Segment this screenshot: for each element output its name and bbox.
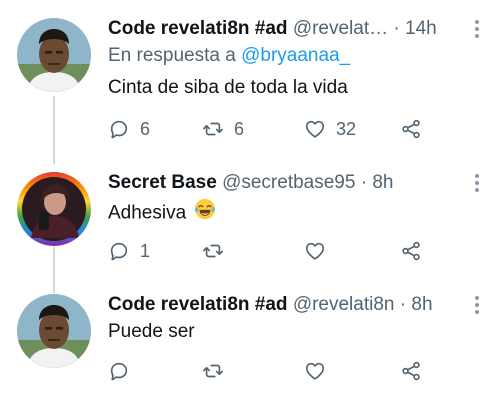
avatar-image	[17, 294, 91, 368]
retweet-button[interactable]	[202, 356, 234, 386]
tweet-actions	[108, 356, 448, 386]
tweet-2[interactable]: Secret Base @secretbase95 · 8h Adhesiva …	[0, 168, 500, 268]
reply-count: 1	[140, 240, 151, 261]
reply-count: 6	[140, 118, 151, 139]
reply-button[interactable]	[108, 356, 140, 386]
tweet-1[interactable]: Code revelati8n #ad @revelat… · 14h En r…	[0, 14, 500, 144]
tweet-actions: 1	[108, 236, 448, 266]
like-button[interactable]	[304, 356, 336, 386]
retweet-count: 6	[234, 118, 245, 139]
avatar-image	[17, 172, 91, 246]
retweet-icon	[202, 240, 224, 262]
author-name[interactable]: Code revelati8n #ad	[108, 18, 288, 39]
separator-dot: ·	[360, 172, 368, 193]
like-button[interactable]	[304, 236, 336, 266]
share-icon	[400, 118, 422, 140]
reply-context: En respuesta a @bryaanaa_	[108, 42, 350, 70]
retweet-button[interactable]	[202, 236, 234, 266]
tweet-text: Puede ser	[108, 321, 195, 342]
tweet-text-body: Adhesiva	[108, 202, 187, 224]
heart-icon	[304, 240, 326, 262]
share-icon	[400, 360, 422, 382]
retweet-icon	[202, 360, 224, 382]
share-button[interactable]	[400, 114, 422, 144]
tweet-text: Adhesiva	[108, 198, 216, 229]
avatar-image	[17, 18, 91, 92]
face-with-tears-of-joy-icon	[194, 198, 216, 229]
timestamp[interactable]: 8h	[411, 294, 432, 315]
reply-icon	[108, 240, 130, 262]
like-count: 32	[336, 118, 357, 139]
avatar[interactable]	[17, 18, 91, 92]
tweet-header: Secret Base @secretbase95 · 8h	[108, 168, 470, 198]
more-icon[interactable]	[474, 296, 480, 316]
avatar[interactable]	[17, 294, 91, 368]
tweet-actions: 6 6 32	[108, 114, 448, 144]
reply-prefix: En respuesta a	[108, 45, 236, 66]
reply-icon	[108, 118, 130, 140]
author-handle[interactable]: @secretbase95	[222, 172, 355, 193]
retweet-icon	[202, 118, 224, 140]
tweet-header: Code revelati8n #ad @revelat… · 14h	[108, 14, 470, 44]
heart-icon	[304, 118, 326, 140]
retweet-button[interactable]: 6	[202, 114, 244, 144]
reply-button[interactable]: 6	[108, 114, 150, 144]
share-icon	[400, 240, 422, 262]
tweet-3[interactable]: Code revelati8n #ad @revelati8n · 8h Pue…	[0, 290, 500, 390]
reply-icon	[108, 360, 130, 382]
heart-icon	[304, 360, 326, 382]
timestamp[interactable]: 8h	[372, 172, 393, 193]
separator-dot: ·	[393, 18, 400, 39]
author-name[interactable]: Code revelati8n #ad	[108, 294, 288, 315]
author-handle[interactable]: @revelati8n	[293, 294, 395, 315]
share-button[interactable]	[400, 236, 422, 266]
author-handle[interactable]: @revelat…	[293, 18, 388, 39]
timestamp[interactable]: 14h	[405, 18, 437, 39]
more-icon[interactable]	[474, 174, 480, 194]
avatar[interactable]	[17, 172, 91, 246]
like-button[interactable]: 32	[304, 114, 356, 144]
reply-to-link[interactable]: @bryaanaa_	[241, 45, 350, 66]
tweet-header: Code revelati8n #ad @revelati8n · 8h	[108, 290, 470, 320]
tweet-text: Cinta de siba de toda la vida	[108, 77, 348, 98]
more-icon[interactable]	[474, 20, 480, 40]
reply-button[interactable]: 1	[108, 236, 150, 266]
share-button[interactable]	[400, 356, 422, 386]
author-name[interactable]: Secret Base	[108, 172, 217, 193]
separator-dot: ·	[399, 294, 407, 315]
